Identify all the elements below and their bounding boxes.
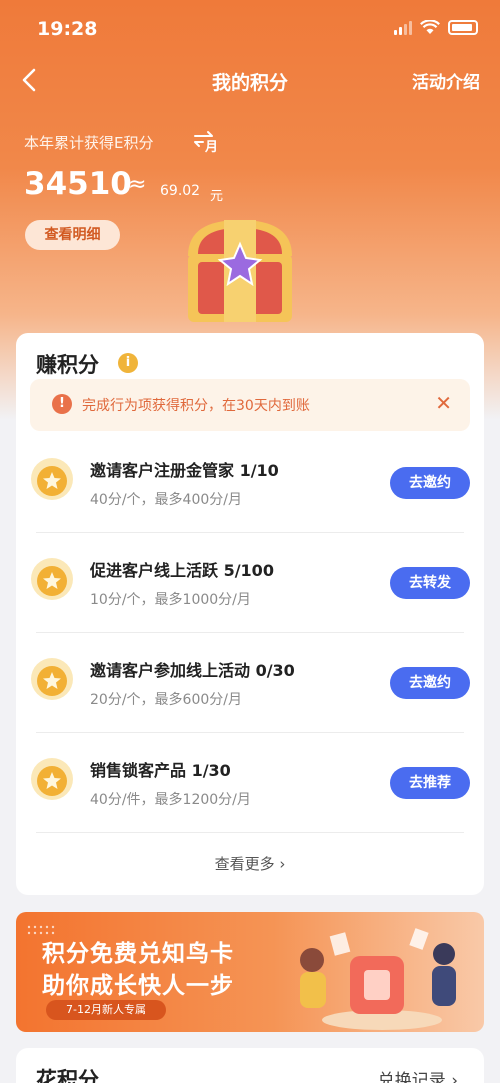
coin-icon	[31, 758, 73, 800]
task-item: 邀请客户参加线上活动 0/30 20分/个，最多600分/月 去邀约	[16, 633, 484, 733]
task-title: 邀请客户注册金管家 1/10	[90, 461, 279, 480]
task-title: 邀请客户参加线上活动 0/30	[90, 661, 295, 680]
close-icon[interactable]: ✕	[435, 391, 452, 415]
banner-tag: 7-12月新人专属	[46, 1000, 166, 1020]
year-points-label: 本年累计获得E积分	[24, 134, 154, 152]
earn-points-title: 赚积分	[36, 353, 99, 377]
task-subtitle: 40分/件，最多1200分/月	[90, 792, 251, 808]
money-unit: 元	[210, 189, 224, 204]
swap-period-icon[interactable]: 月	[192, 130, 220, 154]
view-more-link[interactable]: 查看更多 ›	[16, 853, 484, 874]
coin-icon	[31, 658, 73, 700]
task-item: 促进客户线上活跃 5/100 10分/个，最多1000分/月 去转发	[16, 533, 484, 633]
recommend-button[interactable]: 去推荐	[390, 767, 470, 799]
battery-icon	[448, 20, 478, 35]
task-item: 邀请客户注册金管家 1/10 40分/个，最多400分/月 去邀约	[16, 433, 484, 533]
earn-points-card: 赚积分 i ! 完成行为项获得积分，在30天内到账 ✕ 邀请客户注册金管家 1/…	[16, 333, 484, 895]
invite-button[interactable]: 去邀约	[390, 667, 470, 699]
alert-icon: !	[52, 394, 72, 414]
approx-sign: ≈	[128, 172, 147, 197]
status-time: 19:28	[37, 18, 98, 40]
banner-subheadline: 助你成长快人一步	[42, 973, 234, 999]
wifi-icon	[420, 20, 440, 34]
task-subtitle: 40分/个，最多400分/月	[90, 492, 242, 508]
task-title: 促进客户线上活跃 5/100	[90, 561, 274, 580]
status-icons	[394, 20, 478, 35]
divider	[36, 832, 464, 833]
signal-icon	[394, 20, 412, 35]
share-button[interactable]: 去转发	[390, 567, 470, 599]
money-value: 69.02	[160, 183, 201, 199]
promo-banner[interactable]: 积分免费兑知鸟卡 助你成长快人一步 7-12月新人专属	[16, 912, 484, 1032]
treasure-chest-icon	[188, 220, 292, 322]
task-subtitle: 10分/个，最多1000分/月	[90, 592, 251, 608]
status-bar: 19:28	[0, 0, 500, 60]
points-value: 34510	[24, 166, 132, 202]
notice-banner: ! 完成行为项获得积分，在30天内到账 ✕	[30, 379, 470, 431]
info-icon[interactable]: i	[118, 353, 138, 373]
spend-points-card: 花积分 兑换记录 ›	[16, 1048, 484, 1083]
task-subtitle: 20分/个，最多600分/月	[90, 692, 242, 708]
exchange-records-link[interactable]: 兑换记录 ›	[378, 1066, 458, 1083]
banner-headline: 积分免费兑知鸟卡	[42, 941, 234, 967]
coin-icon	[31, 558, 73, 600]
spend-points-title: 花积分	[36, 1068, 99, 1083]
activity-intro-link[interactable]: 活动介绍	[412, 68, 480, 93]
coin-icon	[31, 458, 73, 500]
view-details-button[interactable]: 查看明细	[25, 220, 120, 250]
banner-illustration	[300, 928, 456, 1030]
svg-text:月: 月	[204, 140, 218, 154]
task-title: 销售锁客产品 1/30	[90, 761, 231, 780]
notice-text: 完成行为项获得积分，在30天内到账	[82, 398, 310, 414]
nav-bar: 我的积分 活动介绍	[0, 60, 500, 100]
task-item: 销售锁客产品 1/30 40分/件，最多1200分/月 去推荐	[16, 733, 484, 833]
invite-button[interactable]: 去邀约	[390, 467, 470, 499]
